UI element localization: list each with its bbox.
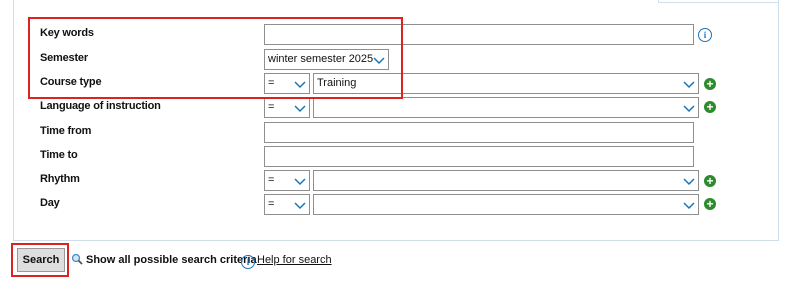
chevron-down-icon bbox=[294, 202, 306, 210]
time-to-label: Time to bbox=[40, 149, 78, 161]
rhythm-operator: = bbox=[268, 174, 275, 186]
help-for-search-link[interactable]: Help for search bbox=[257, 254, 332, 266]
language-operator: = bbox=[268, 101, 275, 113]
search-button[interactable]: Search bbox=[17, 248, 65, 272]
keywords-info-icon[interactable]: i bbox=[698, 28, 712, 42]
day-select[interactable] bbox=[313, 194, 699, 215]
language-label: Language of instruction bbox=[40, 100, 161, 112]
time-from-input[interactable] bbox=[264, 122, 694, 143]
chevron-down-icon bbox=[683, 105, 695, 113]
chevron-down-icon bbox=[294, 178, 306, 186]
day-operator: = bbox=[268, 198, 275, 210]
language-select[interactable] bbox=[313, 97, 699, 118]
help-info-icon[interactable]: i bbox=[241, 255, 255, 269]
add-course-type-icon[interactable]: + bbox=[704, 78, 716, 90]
time-to-input[interactable] bbox=[264, 146, 694, 167]
chevron-down-icon bbox=[683, 81, 695, 89]
day-label: Day bbox=[40, 197, 60, 209]
show-all-criteria-link[interactable]: Show all possible search criteria bbox=[86, 254, 257, 266]
add-language-icon[interactable]: + bbox=[704, 101, 716, 113]
chevron-down-icon bbox=[683, 178, 695, 186]
rhythm-select[interactable] bbox=[313, 170, 699, 191]
day-operator-select[interactable]: = bbox=[264, 194, 310, 215]
rhythm-label: Rhythm bbox=[40, 173, 80, 185]
magnifier-icon bbox=[71, 253, 83, 265]
time-from-label: Time from bbox=[40, 125, 92, 137]
panel-top-tab bbox=[658, 0, 779, 3]
add-rhythm-icon[interactable]: + bbox=[704, 175, 716, 187]
highlight-box-criteria bbox=[28, 17, 403, 99]
chevron-down-icon bbox=[683, 202, 695, 210]
rhythm-operator-select[interactable]: = bbox=[264, 170, 310, 191]
chevron-down-icon bbox=[294, 105, 306, 113]
add-day-icon[interactable]: + bbox=[704, 198, 716, 210]
language-operator-select[interactable]: = bbox=[264, 97, 310, 118]
